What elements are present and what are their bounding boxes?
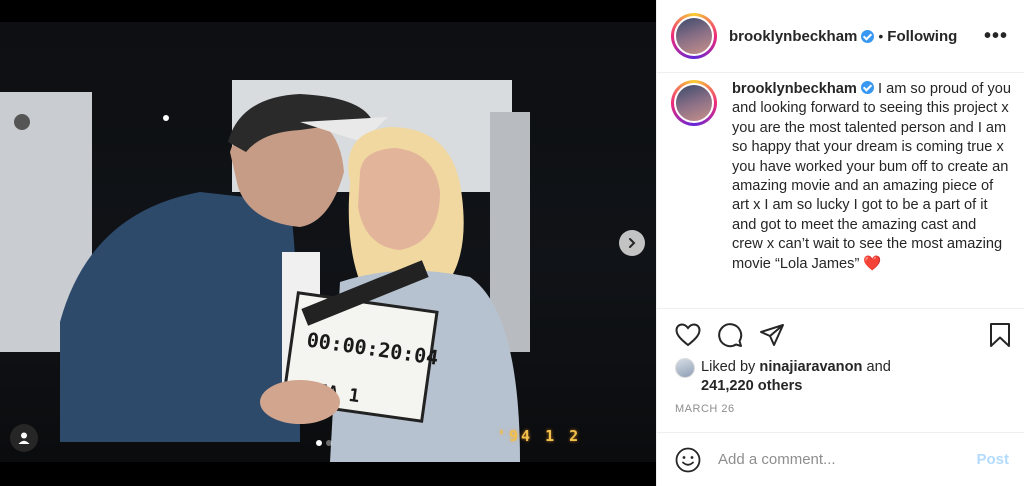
user-tag-icon	[18, 432, 30, 444]
comment-button[interactable]	[717, 322, 743, 348]
liked-by-joiner: and	[866, 359, 891, 375]
smiley-icon	[675, 447, 701, 472]
carousel-indicator	[316, 440, 332, 446]
caption-area: brooklynbeckham I am so proud of you and…	[657, 74, 1024, 308]
like-button[interactable]	[675, 323, 701, 347]
header-separator: •	[878, 28, 884, 44]
likes-count-link[interactable]: 241,220 others	[701, 378, 802, 394]
following-button[interactable]: Following	[887, 28, 957, 45]
truck-logo	[14, 114, 30, 130]
heart-icon	[675, 323, 701, 347]
caption-username[interactable]: brooklynbeckham	[732, 81, 857, 97]
share-button[interactable]	[759, 323, 785, 347]
likes-text: Liked by ninajiaravanon and 241,220 othe…	[701, 358, 891, 396]
liked-by-prefix: Liked by	[701, 359, 756, 375]
post-actions: Liked by ninajiaravanon and 241,220 othe…	[657, 308, 1024, 415]
likes-summary: Liked by ninajiaravanon and 241,220 othe…	[675, 358, 1011, 396]
photo-panel: 00:00:20:04 117A 1 '94 1 2	[0, 0, 656, 486]
caption-verified-badge-icon	[860, 81, 874, 94]
avatar[interactable]	[671, 13, 717, 59]
light-spot	[163, 115, 169, 121]
emoji-picker-button[interactable]	[675, 447, 701, 473]
caption: brooklynbeckham I am so proud of you and…	[732, 80, 1011, 308]
tagged-users-button[interactable]	[10, 424, 38, 452]
photo-scene: 00:00:20:04 117A 1	[0, 80, 530, 462]
film-date-stamp: '94 1 2	[497, 427, 582, 445]
next-photo-button[interactable]	[619, 230, 645, 256]
comment-input[interactable]	[718, 451, 977, 468]
red-heart-emoji: ❤️	[863, 255, 882, 272]
bookmark-icon	[990, 323, 1010, 347]
comment-bubble-icon	[718, 323, 743, 348]
carousel-dot-active	[316, 440, 322, 446]
chevron-right-icon	[629, 238, 636, 248]
liked-by-user-link[interactable]: ninajiaravanon	[759, 359, 862, 375]
post-comment-button[interactable]: Post	[976, 451, 1009, 468]
post-photo[interactable]: 00:00:20:04 117A 1 '94 1 2	[0, 22, 656, 462]
comment-box: Post	[657, 432, 1024, 486]
action-icon-row	[675, 321, 1011, 349]
carousel-dot	[326, 440, 332, 446]
post-header: brooklynbeckham • Following •••	[657, 0, 1024, 73]
caption-avatar[interactable]	[671, 80, 717, 126]
username-link[interactable]: brooklynbeckham	[729, 28, 857, 45]
more-options-button[interactable]: •••	[984, 26, 1008, 46]
post-side-panel: brooklynbeckham • Following ••• brooklyn…	[656, 0, 1024, 486]
liker-avatar[interactable]	[675, 358, 695, 378]
caption-text: I am so proud of you and looking forward…	[732, 81, 1012, 272]
post-date[interactable]: MARCH 26	[675, 403, 1011, 415]
hand	[260, 380, 340, 424]
paper-plane-icon	[760, 324, 784, 346]
verified-badge-icon	[861, 29, 875, 43]
save-button[interactable]	[989, 322, 1011, 348]
